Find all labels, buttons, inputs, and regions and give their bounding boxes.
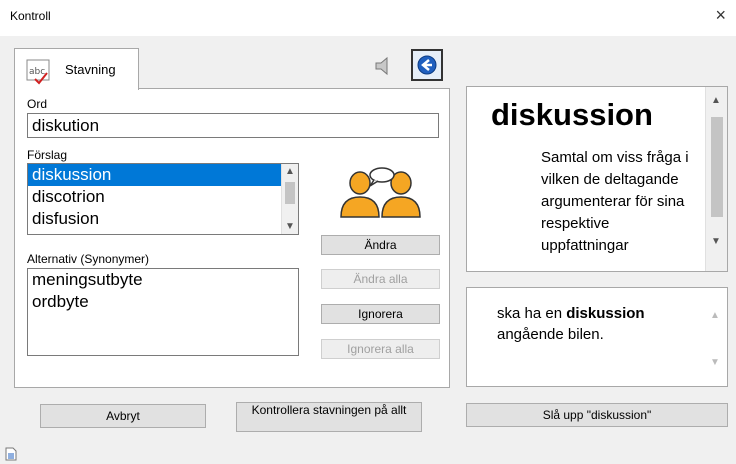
scroll-down-icon[interactable]: ▼ bbox=[711, 236, 721, 247]
list-item[interactable]: ordbyte bbox=[28, 291, 298, 313]
synonyms-list[interactable]: meningsutbyte ordbyte bbox=[27, 268, 299, 356]
scroll-up-icon[interactable]: ▲ bbox=[285, 166, 295, 177]
example-after: angående bilen. bbox=[497, 326, 604, 343]
word-value: diskution bbox=[32, 116, 100, 135]
document-icon bbox=[5, 447, 17, 461]
example-headword: diskussion bbox=[566, 305, 645, 322]
ignore-button[interactable]: Ignorera bbox=[321, 304, 440, 324]
list-item[interactable]: meningsutbyte bbox=[28, 269, 298, 291]
word-label: Ord bbox=[27, 97, 48, 111]
example-scrollbar[interactable]: ▲ ▼ bbox=[705, 288, 727, 386]
scroll-up-icon[interactable]: ▲ bbox=[710, 310, 720, 321]
example-panel: ska ha en diskussion angående bilen. ▲ ▼ bbox=[466, 287, 728, 387]
scroll-thumb[interactable] bbox=[711, 117, 723, 217]
tab-stavning[interactable]: abc Stavning bbox=[14, 48, 139, 90]
change-button[interactable]: Ändra bbox=[321, 235, 440, 255]
change-all-button[interactable]: Ändra alla bbox=[321, 269, 440, 289]
close-icon[interactable]: × bbox=[715, 6, 726, 24]
speaker-icon bbox=[375, 56, 388, 76]
list-item[interactable]: diskussion bbox=[28, 164, 281, 186]
word-field[interactable]: diskution bbox=[27, 113, 439, 138]
sound-button[interactable] bbox=[368, 50, 400, 82]
example-before: ska ha en bbox=[497, 305, 567, 322]
window-title: Kontroll bbox=[10, 9, 51, 23]
title-bar: Kontroll × bbox=[0, 0, 736, 36]
suggestions-list[interactable]: diskussion discotrion disfusion ▲ ▼ bbox=[27, 163, 299, 235]
scroll-thumb[interactable] bbox=[285, 182, 295, 204]
list-item[interactable]: discotrion bbox=[28, 186, 298, 208]
dictionary-scrollbar[interactable]: ▲ ▼ bbox=[705, 87, 727, 271]
headword: diskussion bbox=[491, 97, 653, 132]
back-arrow-icon bbox=[417, 55, 437, 75]
synonyms-label: Alternativ (Synonymer) bbox=[27, 252, 150, 266]
list-item[interactable]: disfusion bbox=[28, 208, 298, 230]
discussion-people-icon bbox=[340, 167, 421, 218]
svg-text:abc: abc bbox=[29, 67, 45, 77]
suggestions-scrollbar[interactable]: ▲ ▼ bbox=[281, 164, 298, 234]
scroll-down-icon[interactable]: ▼ bbox=[285, 221, 295, 232]
spelling-panel: Ord diskution Förslag diskussion discotr… bbox=[14, 88, 450, 388]
cancel-button[interactable]: Avbryt bbox=[40, 404, 206, 428]
lookup-button[interactable]: Slå upp "diskussion" bbox=[466, 403, 728, 427]
check-all-button[interactable]: Kontrollera stavningen på allt bbox=[236, 402, 422, 432]
abc-spellcheck-icon: abc bbox=[26, 59, 50, 85]
example-text: ska ha en diskussion angående bilen. bbox=[497, 303, 697, 345]
definition-text: Samtal om viss fråga i vilken de deltaga… bbox=[541, 149, 689, 254]
scroll-up-icon[interactable]: ▲ bbox=[711, 95, 721, 106]
scroll-down-icon[interactable]: ▼ bbox=[710, 357, 720, 368]
dictionary-panel: diskussion Samtal om viss fråga i vilken… bbox=[466, 86, 728, 272]
back-button[interactable] bbox=[411, 49, 443, 81]
suggestions-label: Förslag bbox=[27, 148, 68, 162]
ignore-all-button[interactable]: Ignorera alla bbox=[321, 339, 440, 359]
tab-label: Stavning bbox=[65, 62, 116, 77]
